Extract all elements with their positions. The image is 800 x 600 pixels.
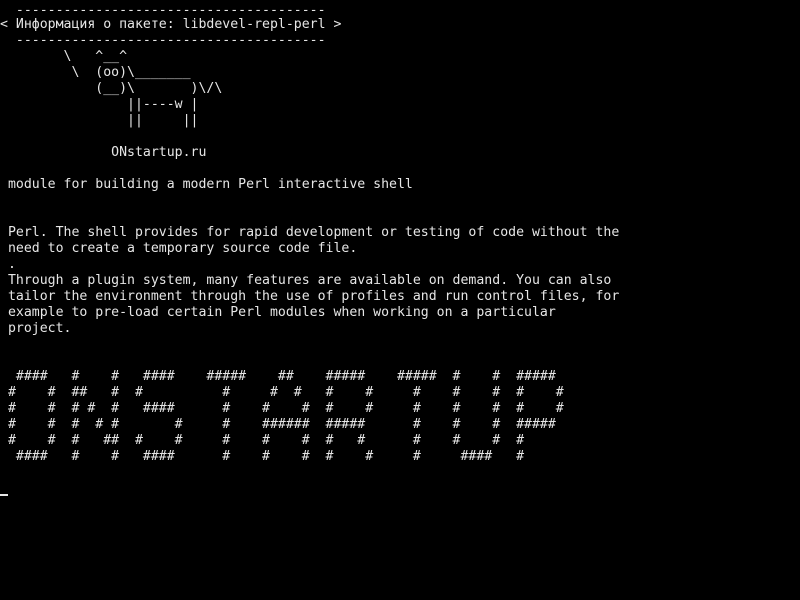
terminal-screen[interactable]: --------------------------------------- … xyxy=(0,0,800,600)
package-summary: module for building a modern Perl intera… xyxy=(0,177,413,192)
terminal-cursor xyxy=(0,494,8,496)
site-name: ONstartup.ru xyxy=(0,145,207,160)
speech-bubble-message: < Информация о пакете: libdevel-repl-per… xyxy=(0,17,342,32)
speech-bubble-bottom-border: --------------------------------------- xyxy=(0,33,326,48)
package-description-part-2: Through a plugin system, many features a… xyxy=(7,273,620,336)
onstartup-banner-art: #### # # #### ##### ## ##### ##### # # #… xyxy=(7,369,564,464)
cow-ascii-art: \ ^__^ \ (oo)\_______ (__)\ )\/\ ||----w… xyxy=(63,49,223,128)
package-description-part-1: Perl. The shell provides for rapid devel… xyxy=(7,225,620,272)
